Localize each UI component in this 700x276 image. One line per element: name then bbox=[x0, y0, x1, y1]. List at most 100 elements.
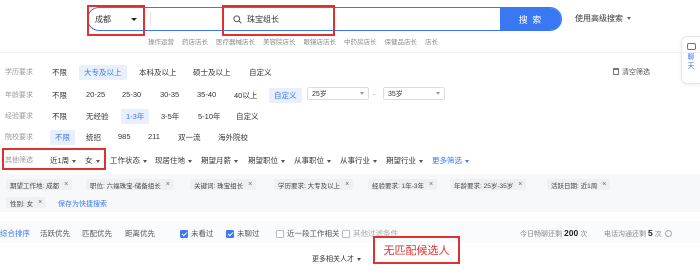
search-button[interactable]: 搜 索 bbox=[500, 8, 561, 30]
close-icon[interactable]: × bbox=[345, 181, 349, 188]
more-talent-toggle[interactable]: 更多相关人才 bbox=[312, 254, 361, 264]
experience-option[interactable]: 3-5年 bbox=[161, 111, 179, 122]
hot-term[interactable]: 美容院店长 bbox=[263, 36, 296, 46]
age-option[interactable]: 25-30 bbox=[122, 90, 141, 99]
age-to-select[interactable]: 35岁 bbox=[383, 87, 445, 100]
experience-option[interactable]: 无经验 bbox=[86, 111, 109, 122]
filter-tag-label: 经验要求: 1年-3年 bbox=[372, 182, 425, 190]
age-to-value: 35岁 bbox=[388, 90, 403, 98]
age-option[interactable]: 不限 bbox=[52, 90, 67, 101]
close-icon[interactable]: × bbox=[64, 181, 68, 188]
expected-industry-label: 期望行业 bbox=[386, 156, 416, 165]
chevron-down-icon bbox=[234, 159, 238, 163]
close-icon[interactable]: × bbox=[429, 181, 433, 188]
filter-tag[interactable]: 职位: 六福珠宝-储备组长 × bbox=[86, 179, 174, 190]
education-option-selected[interactable]: 大专及以上 bbox=[79, 65, 127, 80]
unchatted-checkbox[interactable]: 未聊过 bbox=[226, 228, 260, 239]
chat-widget[interactable]: 聊 天 bbox=[681, 36, 700, 84]
education-option[interactable]: 不限 bbox=[52, 67, 67, 78]
chevron-down-icon bbox=[143, 159, 147, 163]
experience-option-selected[interactable]: 1-3年 bbox=[121, 109, 150, 124]
age-option[interactable]: 40以上 bbox=[234, 90, 257, 101]
filter-tag[interactable]: 性别: 女 × bbox=[6, 197, 47, 208]
chevron-down-icon bbox=[436, 92, 440, 95]
chevron-down-icon bbox=[281, 159, 285, 163]
experience-option[interactable]: 5-10年 bbox=[198, 111, 221, 122]
chat-label-1: 聊 bbox=[687, 54, 695, 61]
today-chat-count: 200 bbox=[564, 228, 579, 238]
hot-term[interactable]: 中药房店长 bbox=[344, 36, 377, 46]
school-option[interactable]: 双一流 bbox=[178, 132, 201, 143]
hot-term[interactable]: 操作运营 bbox=[148, 36, 174, 46]
chevron-down-icon bbox=[373, 159, 377, 163]
school-label: 院校要求 bbox=[5, 134, 33, 141]
sort-option[interactable]: 距离优先 bbox=[125, 228, 155, 239]
experience-option[interactable]: 不限 bbox=[52, 111, 67, 122]
expected-salary-label: 期望月薪 bbox=[201, 156, 231, 165]
advanced-search-toggle[interactable]: 使用高级搜索 bbox=[575, 13, 631, 24]
expected-salary-dropdown[interactable]: 期望月薪 bbox=[201, 155, 238, 166]
education-option[interactable]: 硕士及以上 bbox=[193, 67, 231, 78]
close-icon[interactable]: × bbox=[38, 199, 42, 206]
filter-tag[interactable]: 活跃日期: 近1周 × bbox=[547, 179, 611, 190]
age-option[interactable]: 35-40 bbox=[197, 90, 216, 99]
hot-term[interactable]: 医疗器械店长 bbox=[216, 36, 255, 46]
phone-quota-label: 电话沟通还剩 bbox=[604, 231, 646, 238]
experience-label: 经验要求 bbox=[5, 113, 33, 120]
unviewed-checkbox[interactable]: 未看过 bbox=[180, 228, 214, 239]
sort-option-active[interactable]: 综合排序 bbox=[0, 228, 30, 239]
close-icon[interactable]: × bbox=[602, 181, 606, 188]
expected-position-dropdown[interactable]: 期望职位 bbox=[248, 155, 285, 166]
education-option[interactable]: 自定义 bbox=[249, 67, 272, 78]
today-chat-unit: 次 bbox=[580, 231, 588, 238]
annotation-box-city bbox=[87, 5, 145, 36]
filter-tag[interactable]: 关键词: 珠宝组长 × bbox=[190, 179, 257, 190]
clear-filters-button[interactable]: 清空筛选 bbox=[613, 67, 650, 77]
current-industry-label: 从事行业 bbox=[340, 156, 370, 165]
school-option[interactable]: 统招 bbox=[86, 132, 101, 143]
filter-tag[interactable]: 年龄要求: 25岁-35岁 × bbox=[450, 179, 527, 190]
checkbox-checked-icon bbox=[180, 229, 188, 238]
school-option-selected[interactable]: 不限 bbox=[50, 130, 75, 145]
residence-dropdown[interactable]: 现居住地 bbox=[155, 155, 192, 166]
today-chat-label: 今日畅聊还剩 bbox=[520, 231, 562, 238]
chat-icon bbox=[686, 43, 696, 50]
hot-term[interactable]: 药店店长 bbox=[182, 36, 208, 46]
today-chat-quota: 今日畅聊还剩 200 次 bbox=[520, 228, 587, 239]
filter-tag[interactable]: 经验要求: 1年-3年 × bbox=[368, 179, 438, 190]
close-icon[interactable]: × bbox=[248, 181, 252, 188]
expected-industry-dropdown[interactable]: 期望行业 bbox=[386, 155, 423, 166]
experience-option[interactable]: 自定义 bbox=[236, 111, 259, 122]
save-shortcut-link[interactable]: 保存为快捷搜索 bbox=[58, 199, 107, 209]
close-icon[interactable]: × bbox=[518, 181, 522, 188]
checkbox-label: 未看过 bbox=[191, 229, 214, 238]
sort-option[interactable]: 匹配优先 bbox=[82, 228, 112, 239]
sort-option[interactable]: 活跃优先 bbox=[40, 228, 70, 239]
advanced-search-label: 使用高级搜索 bbox=[575, 14, 623, 23]
checkbox-label: 近一段工作相关 bbox=[287, 229, 340, 238]
checkbox-icon bbox=[342, 229, 350, 238]
chevron-down-icon bbox=[419, 159, 423, 163]
filter-tag-label: 年龄要求: 25岁-35岁 bbox=[454, 182, 514, 190]
school-option[interactable]: 海外院校 bbox=[218, 132, 248, 143]
age-from-select[interactable]: 25岁 bbox=[307, 87, 369, 100]
work-status-dropdown[interactable]: 工作状态 bbox=[110, 155, 147, 166]
school-option[interactable]: 985 bbox=[118, 132, 131, 141]
filter-tag[interactable]: 期望工作地: 成都 × bbox=[6, 179, 73, 190]
help-icon[interactable] bbox=[664, 230, 672, 237]
current-position-dropdown[interactable]: 从事职位 bbox=[294, 155, 331, 166]
school-option[interactable]: 211 bbox=[148, 132, 160, 141]
hot-term[interactable]: 眼镜店店长 bbox=[304, 36, 337, 46]
age-option[interactable]: 30-35 bbox=[160, 90, 179, 99]
age-option[interactable]: 20-25 bbox=[86, 90, 105, 99]
more-filters-dropdown[interactable]: 更多筛选 bbox=[432, 155, 469, 166]
current-industry-dropdown[interactable]: 从事行业 bbox=[340, 155, 377, 166]
education-option[interactable]: 本科及以上 bbox=[139, 67, 177, 78]
close-icon[interactable]: × bbox=[166, 181, 170, 188]
filter-tag[interactable]: 学历要求: 大专及以上 × bbox=[274, 179, 354, 190]
age-custom-selected[interactable]: 自定义 bbox=[269, 88, 302, 103]
hot-term[interactable]: 保健品店长 bbox=[385, 36, 418, 46]
recent-work-checkbox[interactable]: 近一段工作相关 bbox=[276, 228, 340, 239]
checkbox-label: 未聊过 bbox=[237, 229, 260, 238]
hot-term[interactable]: 店长 bbox=[425, 36, 438, 46]
